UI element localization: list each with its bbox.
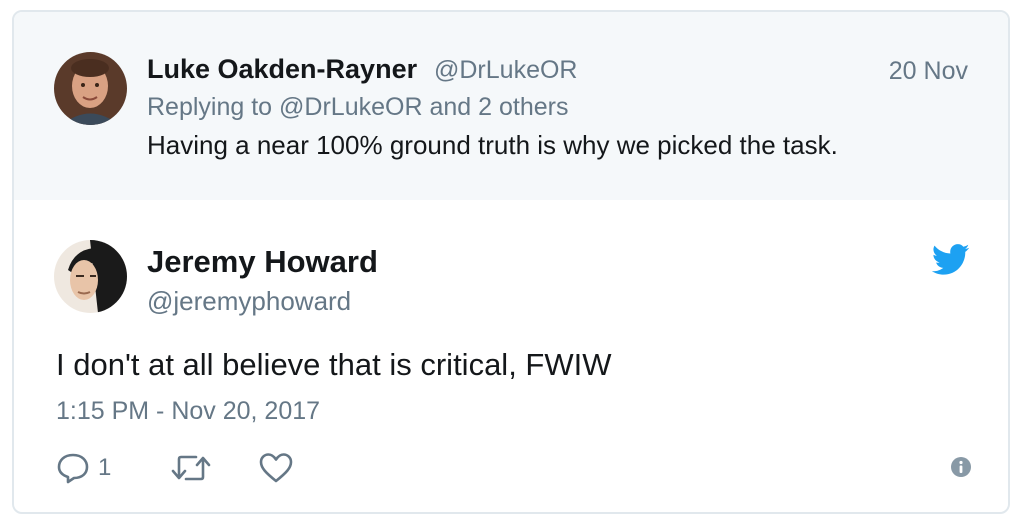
parent-tweet[interactable]: Luke Oakden-Rayner @DrLukeOR 20 Nov Repl…: [14, 12, 1008, 200]
tweet-text: I don't at all believe that is critical,…: [56, 347, 612, 382]
twitter-bird-icon[interactable]: [932, 244, 970, 276]
tweet-date[interactable]: 20 Nov: [889, 57, 968, 86]
retweet-icon: [171, 455, 211, 481]
tweet-actions: 1: [56, 450, 996, 486]
replying-prefix: Replying to: [147, 93, 273, 121]
avatar-image: [54, 240, 127, 313]
replying-handle-link[interactable]: @DrLukeOR: [279, 93, 422, 121]
reply-count: 1: [98, 454, 112, 481]
parent-tweet-text: Having a near 100% ground truth is why w…: [147, 130, 838, 160]
author-name[interactable]: Jeremy Howard: [147, 244, 378, 280]
avatar-image: [54, 52, 127, 125]
embedded-tweet-card: Luke Oakden-Rayner @DrLukeOR 20 Nov Repl…: [12, 10, 1010, 514]
author-handle[interactable]: @jeremyphoward: [147, 286, 351, 317]
replying-others-link[interactable]: and 2 others: [429, 93, 568, 121]
reply-icon: [57, 453, 89, 484]
reply-button[interactable]: 1: [56, 450, 111, 486]
like-button[interactable]: [258, 450, 294, 486]
heart-icon: [259, 453, 293, 483]
tweet-timestamp[interactable]: 1:15 PM - Nov 20, 2017: [56, 397, 320, 426]
avatar[interactable]: [54, 52, 127, 125]
replying-to-line: Replying to @DrLukeOR and 2 others: [147, 93, 568, 122]
info-icon[interactable]: [950, 456, 972, 478]
author-handle[interactable]: @DrLukeOR: [434, 56, 577, 85]
avatar[interactable]: [54, 240, 127, 313]
author-name[interactable]: Luke Oakden-Rayner: [147, 54, 417, 85]
retweet-button[interactable]: [170, 450, 212, 486]
